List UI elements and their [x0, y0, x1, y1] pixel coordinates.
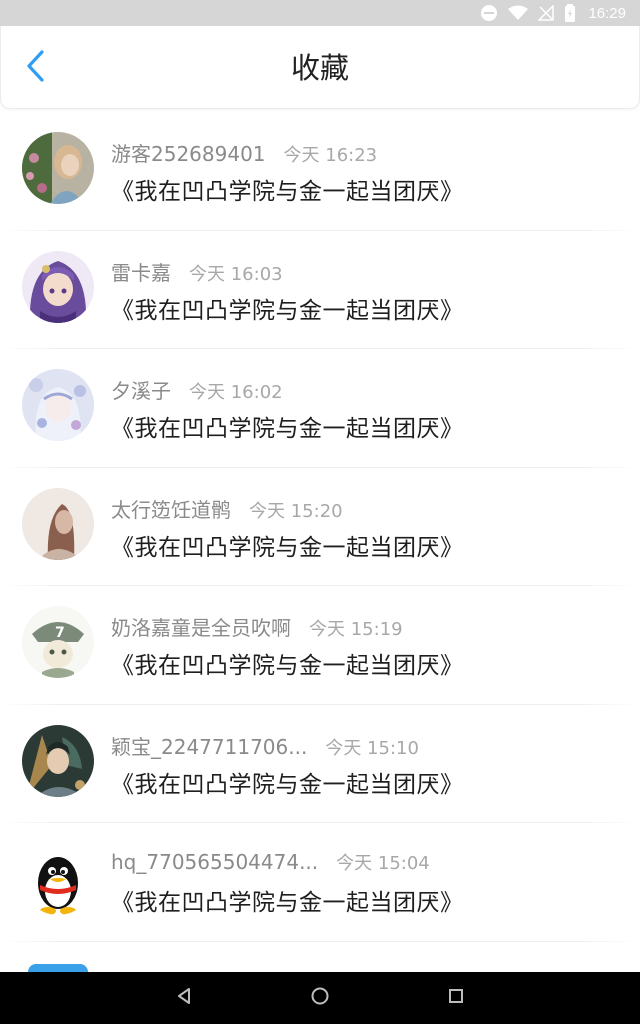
battery-icon [564, 4, 576, 22]
username[interactable]: 颖宝_2247711706... [111, 731, 307, 760]
list-item[interactable]: 雷卡嘉 今天 16:03 《我在凹凸学院与金一起当团厌》 [0, 231, 640, 349]
list-item[interactable]: hq_770565504474... 今天 15:04 《我在凹凸学院与金一起当… [0, 823, 640, 942]
username[interactable]: 夕溪子 [111, 375, 171, 404]
timestamp: 今天 15:10 [325, 737, 419, 759]
navigation-bar [0, 972, 640, 1024]
work-title[interactable]: 《我在凹凸学院与金一起当团厌》 [111, 409, 464, 443]
signal-off-icon [538, 5, 555, 21]
header: 收藏 [0, 26, 640, 109]
username[interactable]: 雷卡嘉 [111, 257, 171, 286]
timestamp: 今天 16:03 [189, 263, 283, 285]
username[interactable]: 太行笾饪道鹘 [111, 494, 231, 523]
nav-recents-button[interactable] [426, 972, 486, 1024]
item-meta: hq_770565504474... 今天 15:04 [111, 849, 430, 875]
avatar[interactable] [22, 487, 94, 560]
status-bar: 16:29 [0, 0, 640, 26]
status-icons: 16:29 [480, 0, 626, 26]
timestamp: 今天 15:04 [336, 853, 430, 874]
do-not-disturb-icon [480, 4, 498, 22]
username[interactable]: hq_770565504474... [111, 850, 318, 874]
item-meta: 太行笾饪道鹘 今天 15:20 [111, 494, 343, 523]
avatar[interactable] [22, 369, 94, 441]
item-meta: 奶洛嘉童是全员吹啊 今天 15:19 [111, 612, 403, 641]
avatar[interactable] [22, 132, 94, 204]
status-time: 16:29 [588, 4, 626, 22]
list-item[interactable]: 夕溪子 今天 16:02 《我在凹凸学院与金一起当团厌》 [0, 349, 640, 468]
timestamp: 今天 16:23 [283, 145, 378, 166]
item-meta: 雷卡嘉 今天 16:03 [111, 257, 283, 286]
work-title[interactable]: 《我在凹凸学院与金一起当团厌》 [111, 883, 464, 917]
work-title[interactable]: 《我在凹凸学院与金一起当团厌》 [111, 172, 464, 206]
item-meta: 夕溪子 今天 16:02 [111, 375, 283, 404]
list-item[interactable]: 颖宝_2247711706... 今天 15:10 《我在凹凸学院与金一起当团厌… [0, 705, 640, 823]
timestamp: 今天 15:19 [309, 619, 403, 640]
timestamp: 今天 15:20 [249, 500, 343, 522]
triangle-back-icon [175, 987, 193, 1009]
item-meta: 游客252689401 今天 16:23 [111, 138, 378, 167]
work-title[interactable]: 《我在凹凸学院与金一起当团厌》 [111, 765, 464, 799]
nav-back-button[interactable] [154, 972, 214, 1024]
avatar[interactable] [28, 964, 88, 972]
username[interactable]: 游客252689401 [111, 138, 266, 167]
page-title: 收藏 [290, 51, 349, 85]
work-title[interactable]: 《我在凹凸学院与金一起当团厌》 [111, 646, 464, 680]
timestamp: 今天 16:02 [189, 382, 283, 403]
nav-home-button[interactable] [290, 972, 350, 1024]
list-item[interactable]: 7 奶洛嘉童是全员吹啊 今天 15:19 《我在凹凸学院与金一起当团厌》 [0, 586, 640, 705]
work-title[interactable]: 《我在凹凸学院与金一起当团厌》 [111, 291, 464, 325]
favorites-list: 游客252689401 今天 16:23 《我在凹凸学院与金一起当团厌》 雷卡嘉… [0, 112, 640, 972]
username[interactable]: 奶洛嘉童是全员吹啊 [111, 612, 291, 641]
list-item[interactable]: 太行笾饪道鹘 今天 15:20 《我在凹凸学院与金一起当团厌》 [0, 468, 640, 586]
work-title[interactable]: 《我在凹凸学院与金一起当团厌》 [111, 528, 464, 562]
list-item[interactable]: 游客252689401 今天 16:23 《我在凹凸学院与金一起当团厌》 [0, 112, 640, 231]
circle-home-icon [310, 986, 330, 1010]
item-meta: 颖宝_2247711706... 今天 15:10 [111, 731, 419, 760]
avatar[interactable]: 7 [22, 606, 94, 678]
square-recents-icon [447, 987, 465, 1009]
svg-text:7: 7 [55, 625, 65, 641]
avatar[interactable] [22, 250, 94, 323]
avatar[interactable] [22, 724, 94, 797]
divider [0, 940, 640, 942]
avatar[interactable] [22, 843, 94, 915]
wifi-icon [508, 5, 529, 21]
